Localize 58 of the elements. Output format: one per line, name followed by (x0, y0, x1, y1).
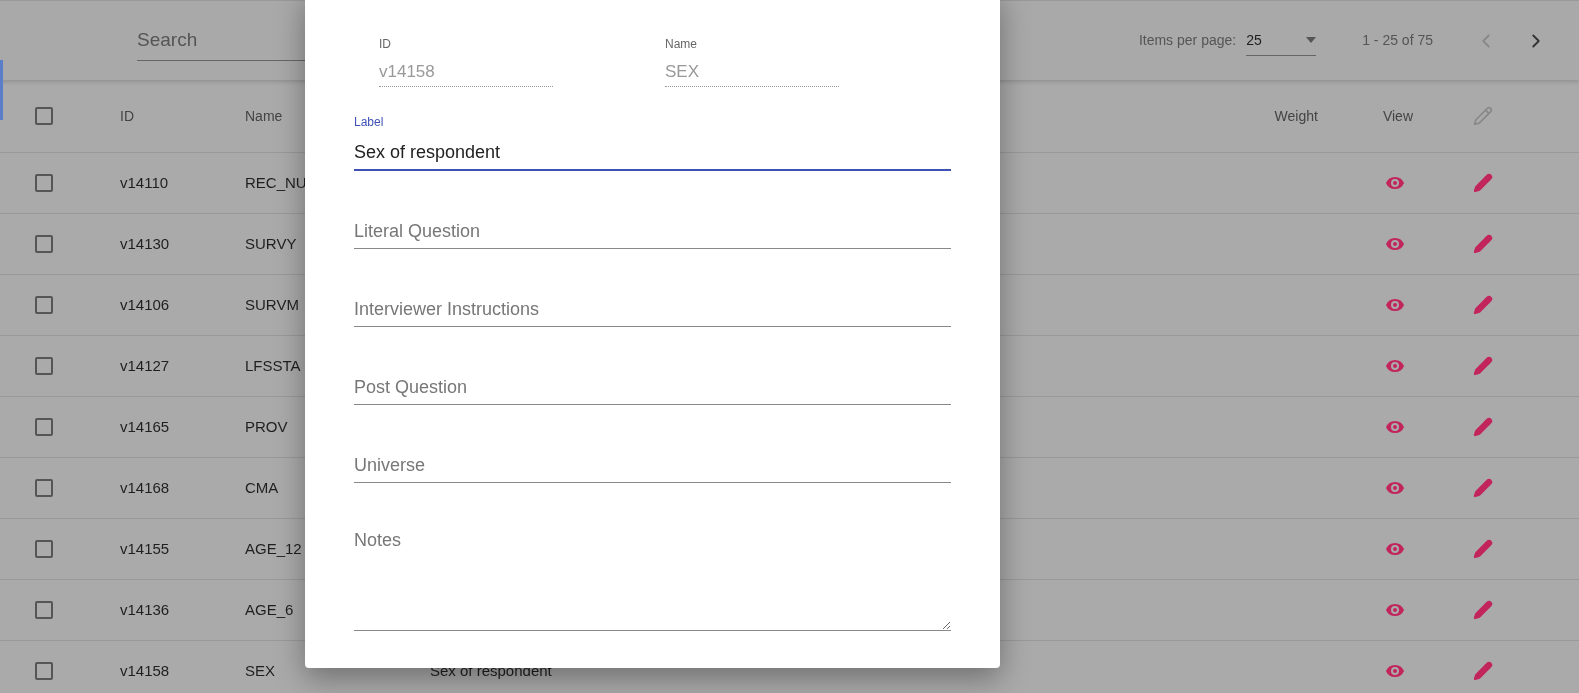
page-range: 1 - 25 of 75 (1362, 31, 1433, 50)
table-cell: SEX (245, 661, 275, 679)
edit-icon[interactable] (1473, 295, 1493, 315)
checkbox[interactable] (34, 235, 53, 253)
column-header: View (1382, 106, 1413, 126)
checkbox[interactable] (34, 357, 53, 375)
table-cell-text: v14168 (120, 477, 171, 498)
checkbox[interactable] (34, 418, 53, 436)
column-header: ID (120, 106, 135, 126)
text-input-field[interactable]: Universe (354, 449, 951, 483)
field-label: Label (354, 114, 385, 131)
table-cell: LFSSTA (245, 356, 301, 374)
checkbox[interactable] (34, 540, 53, 558)
text-input-field[interactable]: Literal Question (354, 215, 951, 249)
readonly-field: v14158 (379, 59, 553, 87)
table-cell: AGE_6 (245, 600, 294, 618)
readonly-field: SEX (665, 59, 839, 87)
edit-icon[interactable] (1473, 539, 1493, 559)
field-label: ID (379, 36, 392, 53)
items-per-page-label: Items per page: (1138, 31, 1237, 50)
dropdown-caret-icon (1306, 37, 1317, 43)
table-cell-text: v14106 (120, 294, 171, 315)
column-header: Name (245, 106, 283, 126)
edit-icon[interactable] (1473, 356, 1493, 376)
checkbox[interactable] (34, 296, 53, 314)
field-label: Name (665, 36, 698, 53)
table-cell: REC_NU (245, 173, 307, 191)
edit-icon[interactable] (1473, 478, 1493, 498)
checkbox[interactable] (34, 479, 53, 497)
table-cell: SURVY (245, 234, 297, 252)
selection-indicator (0, 60, 3, 120)
checkbox[interactable] (34, 662, 53, 680)
table-cell-text: v14155 (120, 538, 171, 559)
table-cell-text: v14136 (120, 599, 171, 620)
table-cell: CMA (245, 478, 279, 496)
edit-icon[interactable] (1473, 661, 1493, 681)
label-input-field[interactable]: Sex of respondent (354, 135, 951, 171)
text-input-field[interactable]: Interviewer Instructions (354, 293, 951, 327)
edit-icon[interactable] (1473, 600, 1493, 620)
edit-icon[interactable] (1473, 417, 1493, 437)
checkbox[interactable] (34, 107, 53, 125)
items-per-page-select[interactable]: 25 (1246, 25, 1317, 56)
table-cell-text: v14158 (120, 660, 171, 681)
checkbox[interactable] (34, 174, 53, 192)
table-cell: AGE_12 (245, 539, 302, 557)
table-cell-text: v14130 (120, 233, 171, 254)
notes-textarea[interactable]: Notes (354, 527, 951, 631)
table-cell: SURVM (245, 295, 299, 313)
table-cell-text: v14127 (120, 355, 171, 376)
edit-icon (1473, 106, 1493, 126)
edit-icon[interactable] (1473, 173, 1493, 193)
column-header: Weight (1274, 106, 1318, 126)
edit-icon[interactable] (1473, 234, 1493, 254)
checkbox[interactable] (34, 601, 53, 619)
text-input-field[interactable]: Post Question (354, 371, 951, 405)
table-cell: PROV (245, 417, 288, 435)
table-cell-text: v14165 (120, 416, 171, 437)
table-cell-text: v14110 (120, 172, 170, 193)
